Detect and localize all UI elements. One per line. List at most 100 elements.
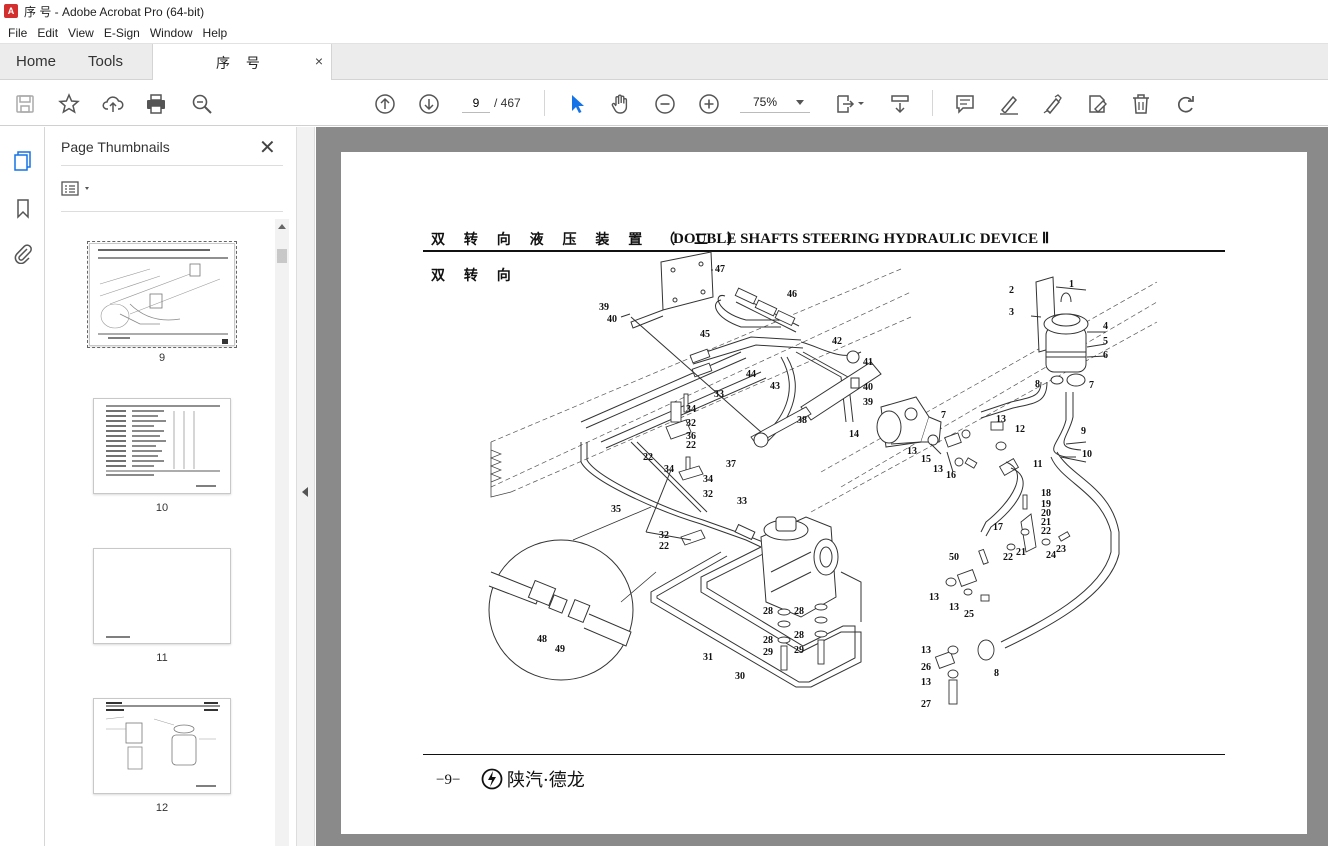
- svg-text:49: 49: [555, 644, 565, 655]
- svg-text:2: 2: [1009, 285, 1014, 296]
- highlight-icon[interactable]: [997, 92, 1021, 116]
- svg-text:45: 45: [700, 329, 710, 340]
- thumbnail-preview: [105, 702, 220, 787]
- scroll-up-icon[interactable]: [278, 224, 286, 229]
- thumbnail-label: 11: [156, 652, 168, 664]
- tab-home[interactable]: Home: [16, 44, 56, 80]
- scroll-mode-icon[interactable]: [888, 92, 912, 116]
- svg-text:40: 40: [863, 382, 873, 393]
- redo-icon[interactable]: [1173, 92, 1197, 116]
- tab-row: Home Tools 序 号 ×: [0, 44, 1328, 81]
- bookmark-icon[interactable]: [10, 195, 36, 221]
- menu-edit[interactable]: Edit: [32, 26, 63, 40]
- page-footer-number: −9−: [436, 772, 461, 788]
- zoom-in-icon[interactable]: [697, 92, 721, 116]
- svg-text:4: 4: [1103, 321, 1108, 332]
- svg-text:16: 16: [946, 470, 956, 481]
- footer-rule: [423, 754, 1225, 755]
- delete-icon[interactable]: [1129, 92, 1153, 116]
- svg-text:44: 44: [746, 369, 756, 380]
- svg-text:18: 18: [1041, 488, 1051, 499]
- page-total: / 467: [494, 96, 521, 110]
- svg-text:27: 27: [921, 699, 931, 710]
- search-zoom-icon[interactable]: [190, 92, 214, 116]
- svg-text:40: 40: [607, 314, 617, 325]
- svg-text:39: 39: [599, 302, 609, 313]
- menu-view[interactable]: View: [63, 26, 99, 40]
- bookmark-star-icon[interactable]: [57, 92, 81, 116]
- collapse-panel-handle[interactable]: [296, 127, 315, 846]
- select-arrow-icon[interactable]: [565, 92, 589, 116]
- tab-tools[interactable]: Tools: [88, 44, 123, 80]
- hand-icon[interactable]: [609, 92, 633, 116]
- print-icon[interactable]: [144, 92, 168, 116]
- svg-text:30: 30: [735, 671, 745, 682]
- svg-text:34: 34: [664, 464, 674, 475]
- svg-text:28: 28: [794, 630, 804, 641]
- menu-esign[interactable]: E-Sign: [99, 26, 145, 40]
- divider: [61, 165, 283, 166]
- svg-text:8: 8: [1035, 379, 1040, 390]
- svg-text:32: 32: [686, 418, 696, 429]
- svg-text:13: 13: [921, 677, 931, 688]
- svg-text:39: 39: [863, 397, 873, 408]
- svg-text:1: 1: [1069, 279, 1074, 290]
- menu-file[interactable]: File: [3, 26, 32, 40]
- prev-page-icon[interactable]: [373, 92, 397, 116]
- close-tab-icon[interactable]: ×: [315, 53, 323, 69]
- scrollbar-thumb[interactable]: [277, 249, 287, 263]
- close-panel-icon[interactable]: ✕: [259, 135, 276, 160]
- upload-icon[interactable]: [101, 92, 125, 116]
- tab-document[interactable]: 序 号 ×: [152, 44, 332, 81]
- svg-text:42: 42: [832, 336, 842, 347]
- comment-icon[interactable]: [953, 92, 977, 116]
- svg-text:12: 12: [1015, 424, 1025, 435]
- thumbnail-preview: [106, 405, 220, 487]
- svg-text:31: 31: [703, 652, 713, 663]
- thumbnail-options-button[interactable]: [61, 179, 97, 199]
- zoom-out-icon[interactable]: [653, 92, 677, 116]
- svg-text:50: 50: [949, 552, 959, 563]
- next-page-icon[interactable]: [417, 92, 441, 116]
- panel-title: Page Thumbnails: [61, 139, 170, 155]
- svg-text:23: 23: [1056, 544, 1066, 555]
- thumbnail-page-11[interactable]: [93, 548, 231, 644]
- page-thumbnails-icon[interactable]: [10, 147, 36, 173]
- svg-text:13: 13: [949, 602, 959, 613]
- menu-window[interactable]: Window: [145, 26, 198, 40]
- thumbnail-page-9[interactable]: [87, 241, 237, 348]
- attachment-icon[interactable]: [10, 240, 36, 266]
- thumbnail-scrollbar[interactable]: [275, 219, 289, 846]
- divider: [61, 211, 283, 212]
- svg-text:10: 10: [1082, 449, 1092, 460]
- svg-text:21: 21: [1016, 547, 1026, 558]
- document-view[interactable]: 双 转 向 液 压 装 置 （ 二 ） DOUBLE SHAFTS STEERI…: [316, 127, 1328, 846]
- svg-text:8: 8: [994, 668, 999, 679]
- zoom-select[interactable]: 75%: [740, 93, 810, 113]
- svg-text:29: 29: [763, 647, 773, 658]
- svg-text:24: 24: [1046, 550, 1056, 561]
- stamp-icon[interactable]: [1085, 92, 1109, 116]
- svg-text:32: 32: [659, 530, 669, 541]
- save-icon[interactable]: [13, 92, 37, 116]
- svg-text:11: 11: [1033, 459, 1042, 470]
- svg-text:13: 13: [907, 446, 917, 457]
- footer-brand: 陕汽·德龙: [481, 766, 585, 792]
- footer-brand-text: 陕汽·德龙: [507, 770, 585, 791]
- menu-help[interactable]: Help: [198, 26, 233, 40]
- exploded-parts-diagram: 4746 3940 4544 4342 4140 3938 3334 3236 …: [488, 251, 1158, 710]
- thumbnail-page-12[interactable]: [93, 698, 231, 794]
- page-fit-icon[interactable]: [834, 92, 866, 116]
- thumbnail-page-10[interactable]: [93, 398, 231, 494]
- svg-text:35: 35: [611, 504, 621, 515]
- svg-text:41: 41: [863, 357, 873, 368]
- svg-text:22: 22: [1041, 526, 1051, 537]
- svg-text:22: 22: [686, 440, 696, 451]
- svg-text:6: 6: [1103, 350, 1108, 361]
- pdf-page: 双 转 向 液 压 装 置 （ 二 ） DOUBLE SHAFTS STEERI…: [341, 152, 1307, 834]
- shacman-logo-icon: [481, 768, 503, 790]
- page-number-input[interactable]: [462, 93, 490, 113]
- sign-icon[interactable]: [1041, 92, 1065, 116]
- svg-text:13: 13: [933, 464, 943, 475]
- svg-text:7: 7: [1089, 380, 1094, 391]
